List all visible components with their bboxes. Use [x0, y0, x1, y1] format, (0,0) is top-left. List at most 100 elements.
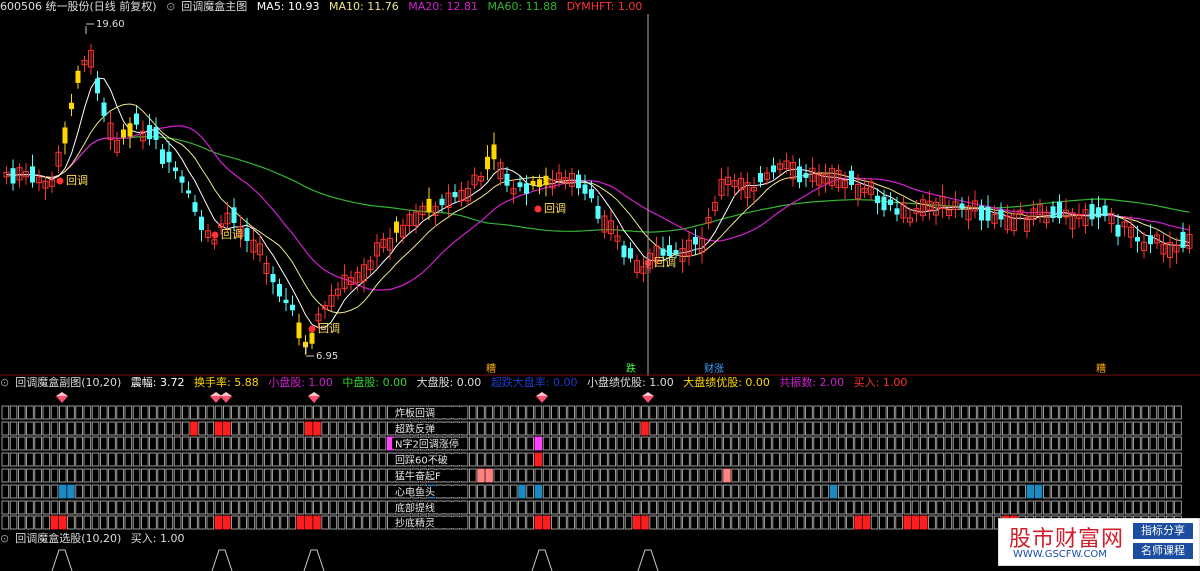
signal-cell	[272, 468, 280, 483]
signal-cell	[354, 405, 362, 420]
candle-body	[166, 151, 172, 163]
signal-cell	[952, 484, 961, 499]
signal-cell	[1, 468, 10, 483]
signal-cell	[132, 468, 141, 483]
signal-cell	[985, 468, 994, 483]
teacher-course-button[interactable]: 名师课程	[1133, 543, 1193, 559]
signal-cell	[321, 421, 329, 436]
signal-cell	[42, 500, 51, 515]
high-price-annotation: 19.60	[85, 19, 125, 34]
signal-cell	[641, 436, 649, 451]
signal-cell	[1043, 484, 1051, 499]
signal-cell	[674, 515, 682, 530]
signal-cell	[657, 421, 666, 436]
signal-cell	[731, 515, 739, 530]
signal-cell	[75, 421, 83, 436]
signal-cell	[682, 515, 690, 530]
signal-cell	[780, 500, 789, 515]
signal-cell	[764, 500, 772, 515]
signal-cell	[764, 484, 772, 499]
signal-cell	[1125, 484, 1133, 499]
gear-icon[interactable]: ⊙	[0, 376, 9, 389]
signal-cell	[936, 468, 944, 483]
signal-cell	[665, 500, 674, 515]
signal-grid-chart[interactable]: 炸板回调超跌反弹 N字2回调涨停回踩60不破猛牛奋起F 心电鱼头底部提线抄底精灵	[0, 390, 1200, 532]
signal-cell	[477, 421, 485, 436]
signal-cell	[321, 468, 329, 483]
gear-icon[interactable]: ⊙	[166, 0, 175, 13]
signal-cell	[633, 500, 641, 515]
signal-cell	[649, 500, 657, 515]
signal-cell	[206, 468, 215, 483]
signal-cell	[961, 484, 969, 499]
signal-cell	[75, 436, 83, 451]
signal-cell	[50, 515, 59, 530]
signal-cell	[42, 452, 51, 467]
signal-cell	[985, 515, 994, 530]
signal-cell	[206, 452, 215, 467]
signal-cell	[575, 468, 584, 483]
signal-cell	[608, 468, 616, 483]
signal-cell	[280, 436, 288, 451]
signal-cell	[731, 500, 739, 515]
signal-cell	[313, 468, 321, 483]
signal-cell	[936, 500, 944, 515]
signal-cell	[657, 500, 666, 515]
signal-cell	[149, 484, 157, 499]
small-quality-value: 小盘绩优股: 1.00	[587, 376, 674, 389]
signal-cell	[1018, 405, 1026, 420]
signal-cell	[1010, 452, 1018, 467]
signal-cell	[173, 421, 182, 436]
signal-cell	[280, 405, 288, 420]
signal-cell	[370, 468, 379, 483]
signal-cell	[485, 484, 493, 499]
signal-cell	[304, 421, 313, 436]
signal-cell	[739, 468, 748, 483]
signal-cell	[247, 515, 256, 530]
signal-cell	[821, 436, 830, 451]
signal-cell	[17, 500, 26, 515]
sel-indicator-name[interactable]: 回调魔盒选股(10,20)	[15, 532, 121, 545]
signal-cell	[542, 452, 551, 467]
main-kline-chart[interactable]: 回调回调回调回调回调 19.60 6.95 糟 跌 财涨 糟	[0, 14, 1200, 376]
signal-cell	[977, 484, 985, 499]
candle-body	[530, 180, 536, 186]
signal-cell	[50, 421, 59, 436]
signal-cell	[337, 436, 346, 451]
signal-cell	[542, 405, 551, 420]
signal-cell	[862, 405, 871, 420]
signal-cell	[362, 405, 370, 420]
signal-cell	[870, 515, 879, 530]
signal-cell	[83, 405, 92, 420]
sub-indicator-name[interactable]: 回调魔盒副图(10,20)	[15, 376, 121, 389]
signal-cell	[263, 436, 272, 451]
signal-cell	[214, 436, 223, 451]
stock-code-name[interactable]: 600506 统一股份(日线 前复权)	[0, 0, 157, 13]
signal-cell	[239, 421, 247, 436]
signal-cell	[772, 452, 780, 467]
signal-cell	[345, 436, 354, 451]
signal-cell	[928, 515, 936, 530]
signal-cell	[198, 405, 206, 420]
signal-cell	[542, 468, 551, 483]
indicator-share-button[interactable]: 指标分享	[1133, 523, 1193, 539]
signal-cell	[239, 500, 247, 515]
signal-cell	[518, 405, 526, 420]
candle-body	[582, 184, 588, 194]
signal-cell	[797, 500, 805, 515]
main-indicator-name[interactable]: 回调魔盒主图	[181, 0, 247, 13]
candle-body	[517, 182, 523, 188]
signal-cell	[124, 468, 133, 483]
signal-cell	[780, 436, 789, 451]
signal-cell	[304, 484, 313, 499]
signal-cell	[42, 484, 51, 499]
signal-cell	[887, 405, 895, 420]
signal-cell	[501, 500, 510, 515]
small-cap-value: 小盘股: 1.00	[268, 376, 333, 389]
signal-cell	[723, 452, 731, 467]
signal-cell	[567, 515, 575, 530]
signal-cell	[739, 515, 748, 530]
gear-icon[interactable]: ⊙	[0, 532, 9, 545]
signal-cell	[190, 484, 198, 499]
signal-cell	[715, 421, 723, 436]
